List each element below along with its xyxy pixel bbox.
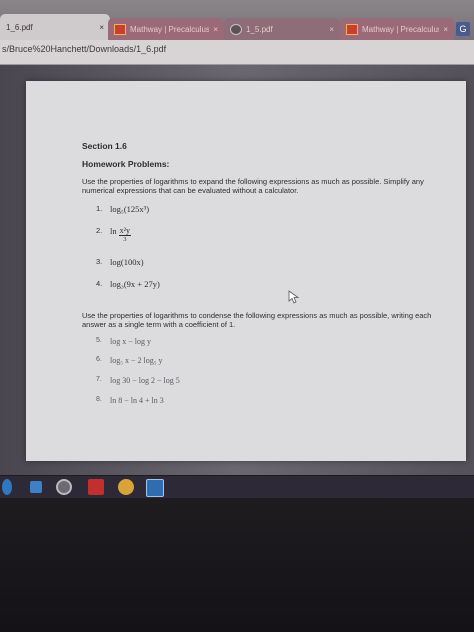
problem-number: 8. — [96, 396, 102, 403]
fraction-numerator: x²y — [118, 226, 132, 236]
problem-2: 2. ln x²y 3 — [96, 226, 452, 243]
mathway-icon — [346, 23, 358, 35]
chrome-pdf-icon — [230, 23, 242, 35]
problem-number: 2. — [96, 226, 103, 235]
condense-instructions: Use the properties of logarithms to cond… — [82, 311, 432, 329]
monitor-bezel — [0, 498, 474, 632]
store-icon[interactable] — [146, 479, 164, 497]
problem-1: 1. log₅(125x³) — [96, 204, 452, 214]
problem-expression: log₃(9x + 27y) — [110, 279, 160, 289]
tab-label: 1_6.pdf — [6, 22, 33, 32]
edge-icon[interactable] — [2, 479, 12, 495]
problem-number: 4. — [96, 279, 103, 288]
tab-mathway-2[interactable]: Mathway | Precalculus P × — [340, 18, 454, 40]
problem-6: 6. log₅ x − 2 log₅ y — [96, 356, 452, 365]
problem-8: 8. ln 8 − ln 4 + ln 3 — [96, 396, 452, 405]
problem-expression: log(100x) — [110, 257, 144, 267]
tab-mathway-1[interactable]: Mathway | Precalculus P × — [108, 18, 224, 40]
page-content: Section 1.6 Homework Problems: Use the p… — [82, 141, 452, 405]
taskbar — [0, 476, 474, 498]
problem-number: 6. — [96, 356, 102, 363]
address-bar[interactable]: s/Bruce%20Hanchett/Downloads/1_6.pdf — [0, 40, 474, 65]
url-text: s/Bruce%20Hanchett/Downloads/1_6.pdf — [2, 44, 167, 54]
problem-expression: log₅ x − 2 log₅ y — [110, 356, 163, 365]
problem-4: 4. log₃(9x + 27y) — [96, 279, 452, 289]
problem-number: 7. — [96, 376, 102, 383]
homework-heading: Homework Problems: — [82, 159, 170, 169]
mathway-icon — [114, 23, 126, 35]
pdf-viewer: Section 1.6 Homework Problems: Use the p… — [0, 65, 474, 475]
app-icon[interactable] — [88, 479, 104, 495]
tab-1-5-pdf[interactable]: 1_5.pdf × — [224, 18, 340, 40]
problem-expression: ln 8 − ln 4 + ln 3 — [110, 396, 164, 405]
fraction-denominator: 3 — [123, 236, 127, 243]
close-icon[interactable]: × — [99, 23, 104, 32]
ln-prefix: ln — [110, 226, 117, 236]
pdf-page: Section 1.6 Homework Problems: Use the p… — [26, 81, 466, 461]
mouse-cursor-icon — [288, 290, 300, 304]
problem-3: 3. log(100x) — [96, 257, 452, 267]
tab-label: Mathway | Precalculus P — [130, 24, 210, 34]
new-tab-button[interactable]: G — [456, 22, 470, 36]
section-title: Section 1.6 — [82, 141, 127, 151]
problem-expression: log x − log y — [110, 337, 151, 346]
close-icon[interactable]: × — [329, 25, 334, 34]
close-icon[interactable]: × — [213, 25, 218, 34]
tab-label: 1_5.pdf — [246, 24, 273, 34]
expand-instructions: Use the properties of logarithms to expa… — [82, 177, 424, 195]
fraction: x²y 3 — [118, 226, 132, 243]
problem-5: 5. log x − log y — [96, 337, 452, 346]
app-icon[interactable] — [118, 479, 134, 495]
browser-tab-strip: 1_6.pdf × Mathway | Precalculus P × 1_5.… — [0, 0, 474, 40]
problem-number: 1. — [96, 204, 103, 213]
tab-1-6-pdf[interactable]: 1_6.pdf × — [0, 14, 110, 40]
problem-expression: log 30 − log 2 − log 5 — [110, 376, 180, 385]
problem-7: 7. log 30 − log 2 − log 5 — [96, 376, 452, 385]
problem-number: 5. — [96, 337, 102, 344]
windows-explorer-icon[interactable] — [30, 481, 42, 493]
chrome-icon[interactable] — [56, 479, 72, 495]
tab-label: Mathway | Precalculus P — [362, 24, 440, 34]
problem-number: 3. — [96, 257, 103, 266]
close-icon[interactable]: × — [443, 25, 448, 34]
problem-expression: log₅(125x³) — [110, 204, 150, 214]
